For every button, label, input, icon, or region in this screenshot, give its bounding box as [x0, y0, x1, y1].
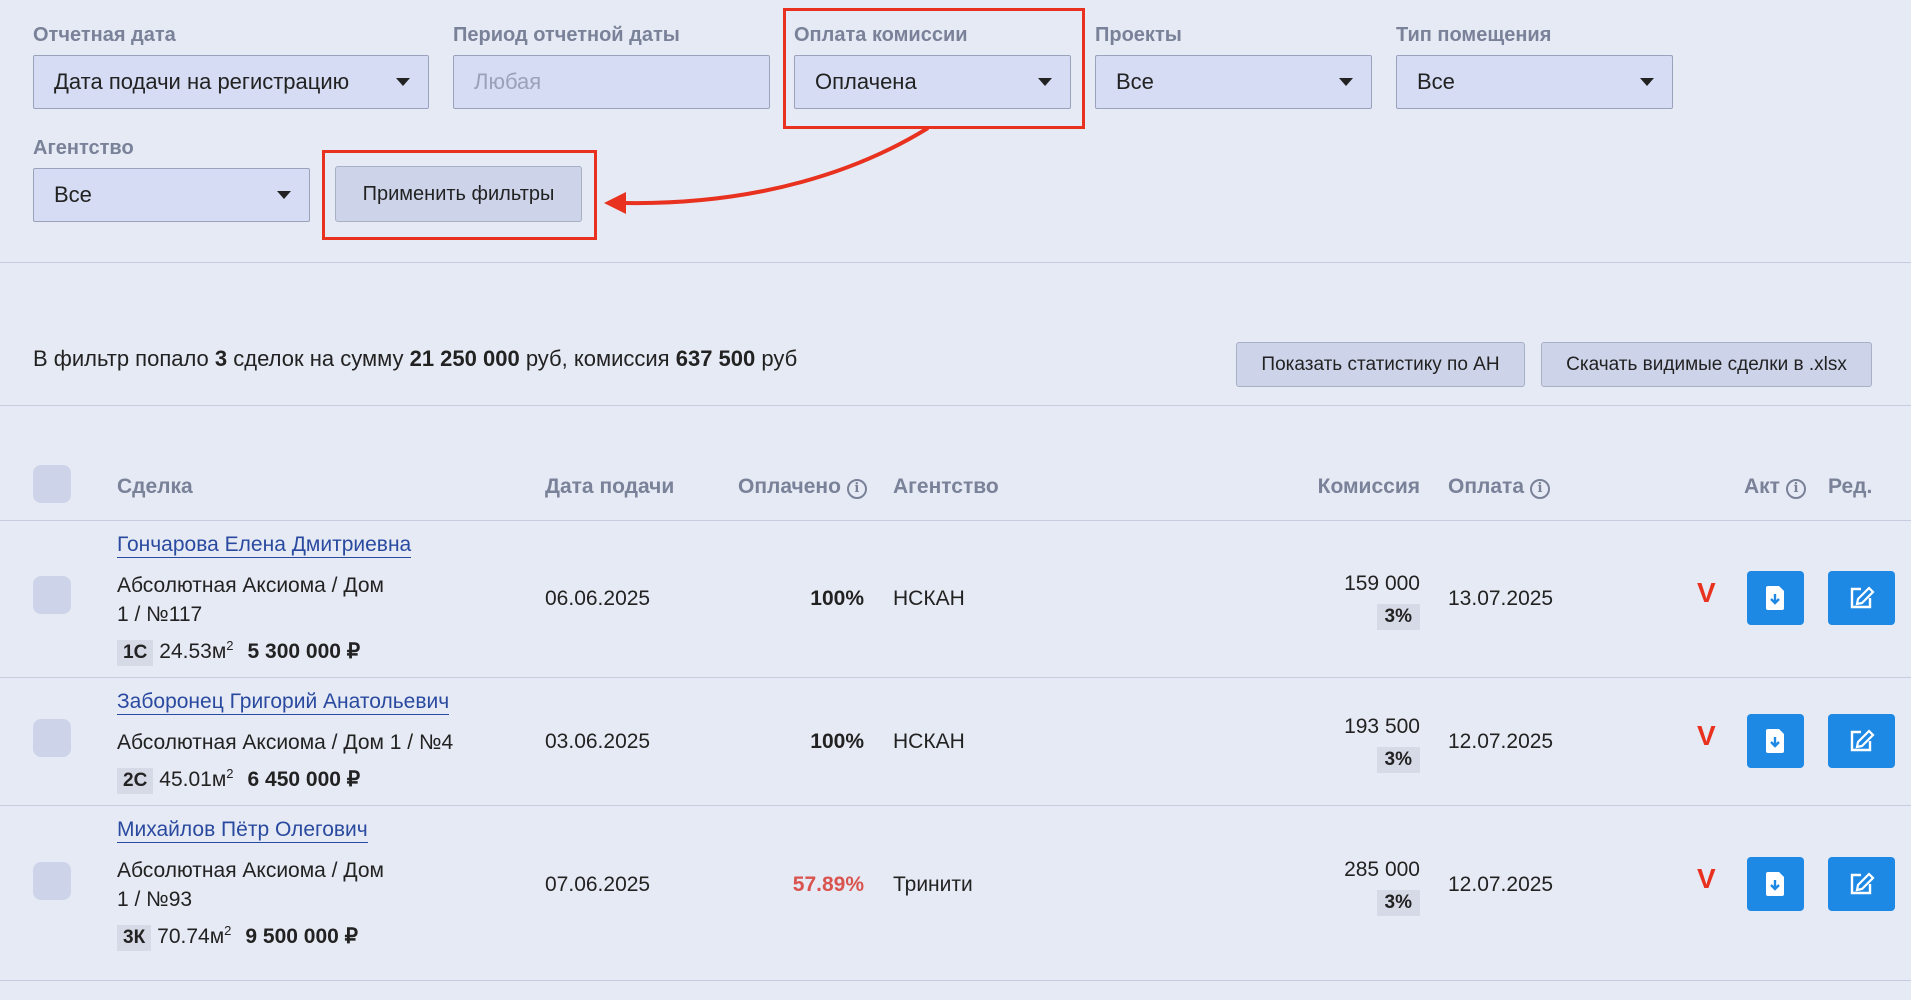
deal-unit-info: 2С 45.01м2 6 450 000 ₽ [117, 766, 360, 794]
commission-percent-badge: 3% [1376, 747, 1420, 773]
agency-name: НСКАН [893, 730, 965, 753]
download-xlsx-button[interactable]: Скачать видимые сделки в .xlsx [1541, 342, 1872, 387]
edit-icon [1850, 729, 1875, 752]
edit-icon [1850, 586, 1875, 609]
row-checkbox[interactable] [33, 719, 71, 757]
row-divider [0, 980, 1911, 981]
edit-deal-button[interactable] [1828, 714, 1895, 768]
payment-date: 12.07.2025 [1448, 730, 1554, 753]
row-checkbox[interactable] [33, 862, 71, 900]
edit-icon [1850, 872, 1875, 895]
info-icon[interactable]: i [1785, 479, 1806, 499]
act-status-mark: V [1697, 863, 1716, 894]
deal-unit-info: 3К 70.74м2 9 500 000 ₽ [117, 923, 358, 951]
filter-summary: В фильтр попало 3 сделок на сумму 21 250… [33, 346, 798, 371]
col-header-payment: Оплата i [1448, 475, 1551, 499]
commission-amount: 159 000 [1344, 572, 1420, 595]
submission-date: 06.06.2025 [545, 587, 651, 610]
deal-address: Абсолютная Аксиома / Дом 1 / №117 [117, 574, 384, 626]
deal-count: 3 [214, 346, 228, 371]
payment-date: 13.07.2025 [1448, 587, 1554, 610]
paid-percent: 57.89% [792, 873, 864, 896]
select-all-checkbox[interactable] [33, 465, 71, 503]
deal-address: Абсолютная Аксиома / Дом 1 / №93 [117, 859, 384, 911]
row-checkbox[interactable] [33, 576, 71, 614]
commission-percent-badge: 3% [1376, 604, 1420, 630]
info-icon[interactable]: i [846, 479, 867, 499]
unit-type-tag: 1С [117, 640, 154, 666]
info-icon[interactable]: i [1530, 479, 1551, 499]
unit-area: 45.01м [159, 768, 227, 791]
commission-amount: 285 000 [1344, 858, 1420, 881]
submission-date: 07.06.2025 [545, 873, 651, 896]
header-divider [0, 520, 1911, 521]
unit-price: 6 450 000 ₽ [247, 768, 361, 791]
deal-unit-info: 1С 24.53м2 5 300 000 ₽ [117, 638, 360, 666]
edit-deal-button[interactable] [1828, 857, 1895, 911]
unit-price: 9 500 000 ₽ [245, 925, 359, 948]
file-download-icon [1765, 729, 1784, 753]
payment-date: 12.07.2025 [1448, 873, 1554, 896]
edit-deal-button[interactable] [1828, 571, 1895, 625]
filters-divider [0, 262, 1911, 263]
file-download-icon [1765, 872, 1784, 896]
paid-percent: 100% [810, 587, 864, 610]
agency-name: Тринити [893, 873, 973, 896]
unit-area: 24.53м [159, 640, 227, 663]
submission-date: 03.06.2025 [545, 730, 651, 753]
commission-sum: 637 500 [675, 346, 756, 371]
agency-name: НСКАН [893, 587, 965, 610]
download-act-button[interactable] [1747, 857, 1804, 911]
unit-type-tag: 3К [117, 925, 152, 951]
deal-client-link[interactable]: Заборонец Григорий Анатольевич [117, 690, 450, 715]
unit-area: 70.74м [157, 925, 225, 948]
deal-client-link[interactable]: Гончарова Елена Дмитриевна [117, 533, 412, 558]
act-status-mark: V [1697, 577, 1716, 608]
deal-address: Абсолютная Аксиома / Дом 1 / №4 [117, 731, 454, 754]
col-header-deal: Сделка [117, 475, 193, 498]
col-header-commission: Комиссия [1317, 475, 1420, 498]
row-divider [0, 805, 1911, 806]
col-header-date: Дата подачи [545, 475, 675, 498]
deal-client-link[interactable]: Михайлов Пётр Олегович [117, 818, 368, 843]
act-status-mark: V [1697, 720, 1716, 751]
row-divider [0, 677, 1911, 678]
unit-price: 5 300 000 ₽ [247, 640, 361, 663]
annotation-arrow [604, 126, 930, 214]
commission-percent-badge: 3% [1376, 890, 1420, 916]
show-agency-stats-button[interactable]: Показать статистику по АН [1236, 342, 1525, 387]
file-download-icon [1765, 586, 1784, 610]
col-header-agency: Агентство [893, 475, 999, 498]
commission-amount: 193 500 [1344, 715, 1420, 738]
unit-type-tag: 2С [117, 768, 154, 794]
col-header-act: Акт i [1744, 475, 1806, 499]
summary-divider [0, 405, 1911, 406]
download-act-button[interactable] [1747, 714, 1804, 768]
download-act-button[interactable] [1747, 571, 1804, 625]
paid-percent: 100% [810, 730, 864, 753]
col-header-edit: Ред. [1828, 475, 1873, 498]
col-header-paid: Оплачено i [738, 475, 867, 499]
deal-sum: 21 250 000 [409, 346, 520, 371]
